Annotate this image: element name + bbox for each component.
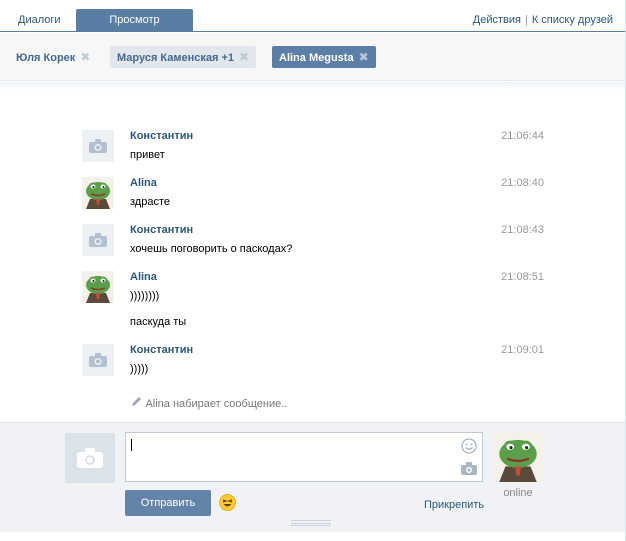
message-time: 21:08:40 bbox=[501, 177, 544, 189]
tab-dialogs[interactable]: Диалоги bbox=[8, 9, 71, 32]
message-author[interactable]: Константин bbox=[130, 130, 193, 142]
message-text: здрасте bbox=[130, 196, 170, 208]
top-tabs-bar: Диалоги Просмотр диалогов Действия| К спи… bbox=[0, 0, 625, 49]
emoji-icon[interactable] bbox=[219, 494, 236, 511]
message-time: 21:08:51 bbox=[501, 271, 544, 283]
message-text: ))))) bbox=[130, 363, 149, 375]
tab-view-dialogs[interactable]: Просмотр диалогов bbox=[76, 9, 193, 49]
open-dialogs-bar: Юля Корек ✖ Маруся Каменская +1 ✖ Alina Me… bbox=[0, 33, 625, 81]
message-author[interactable]: Alina bbox=[130, 271, 157, 283]
messenger-window: Диалоги Просмотр диалогов Действия| К спи… bbox=[0, 0, 626, 541]
dialog-chip-label: Маруся Каменская +1 bbox=[117, 52, 235, 64]
typing-indicator: Alina набирает сообщение.. bbox=[131, 396, 287, 410]
bottom-spacer bbox=[0, 532, 625, 541]
friends-list-link[interactable]: К списку друзей bbox=[532, 14, 613, 26]
message-author[interactable]: Константин bbox=[130, 344, 193, 356]
dialog-chip-label: Юля Корек bbox=[16, 52, 76, 64]
top-links: Действия | К списку друзей bbox=[473, 14, 613, 26]
frog-avatar[interactable] bbox=[82, 271, 114, 303]
message-author[interactable]: Константин bbox=[130, 224, 193, 236]
frog-avatar-icon bbox=[82, 271, 114, 303]
close-icon[interactable]: ✖ bbox=[239, 46, 249, 68]
message-item: Константин 21:08:43 хочешь поговорить о … bbox=[82, 224, 544, 264]
send-button[interactable]: Отправить bbox=[125, 490, 211, 516]
message-text: паскуда ты bbox=[130, 316, 187, 328]
camera-icon bbox=[89, 139, 107, 153]
message-time: 21:06:44 bbox=[501, 130, 544, 142]
message-author[interactable]: Alina bbox=[130, 177, 157, 189]
frog-avatar[interactable] bbox=[82, 177, 114, 209]
camera-icon bbox=[77, 448, 103, 468]
typing-text: Alina набирает сообщение.. bbox=[145, 398, 288, 410]
dialog-chip-active[interactable]: Alina Megusta ✖ bbox=[272, 46, 376, 68]
message-text: )))))))) bbox=[130, 290, 160, 302]
text-caret bbox=[131, 439, 132, 451]
my-avatar-placeholder[interactable] bbox=[65, 433, 115, 483]
actions-link[interactable]: Действия bbox=[473, 14, 521, 26]
camera-placeholder-avatar[interactable] bbox=[82, 130, 114, 162]
resize-grip[interactable] bbox=[291, 520, 331, 526]
dialog-chip[interactable]: Маруся Каменская +1 ✖ bbox=[110, 46, 257, 68]
message-item: Alina 21:08:51 )))))))) паскуда ты bbox=[82, 271, 544, 331]
message-time: 21:09:01 bbox=[501, 344, 544, 356]
message-composer: Отправить Прикрепить online bbox=[0, 422, 625, 532]
close-icon[interactable]: ✖ bbox=[80, 46, 90, 68]
message-text: хочешь поговорить о паскодах? bbox=[130, 243, 293, 255]
link-separator: | bbox=[524, 14, 528, 26]
dialog-chip[interactable]: Юля Корек ✖ bbox=[9, 46, 97, 68]
frog-avatar[interactable] bbox=[493, 432, 543, 482]
dialog-chip-label: Alina Megusta bbox=[279, 52, 354, 64]
camera-icon bbox=[89, 353, 107, 367]
camera-placeholder-avatar[interactable] bbox=[82, 224, 114, 256]
smile-icon[interactable] bbox=[461, 438, 477, 457]
attach-link[interactable]: Прикрепить bbox=[424, 499, 484, 511]
pencil-icon bbox=[131, 396, 143, 410]
divider-shadow bbox=[0, 82, 625, 90]
message-time: 21:08:43 bbox=[501, 224, 544, 236]
message-item: Константин 21:09:01 ))))) bbox=[82, 344, 544, 384]
camera-icon bbox=[89, 233, 107, 247]
message-item: Константин 21:06:44 привет bbox=[82, 130, 544, 170]
attach-photo-icon[interactable] bbox=[461, 462, 477, 478]
online-status: online bbox=[503, 487, 533, 499]
message-text: привет bbox=[130, 149, 165, 161]
camera-placeholder-avatar[interactable] bbox=[82, 344, 114, 376]
frog-avatar-icon bbox=[82, 177, 114, 209]
frog-avatar-icon bbox=[493, 432, 543, 482]
close-icon[interactable]: ✖ bbox=[359, 46, 369, 68]
message-input[interactable] bbox=[125, 432, 483, 482]
message-item: Alina 21:08:40 здрасте bbox=[82, 177, 544, 217]
